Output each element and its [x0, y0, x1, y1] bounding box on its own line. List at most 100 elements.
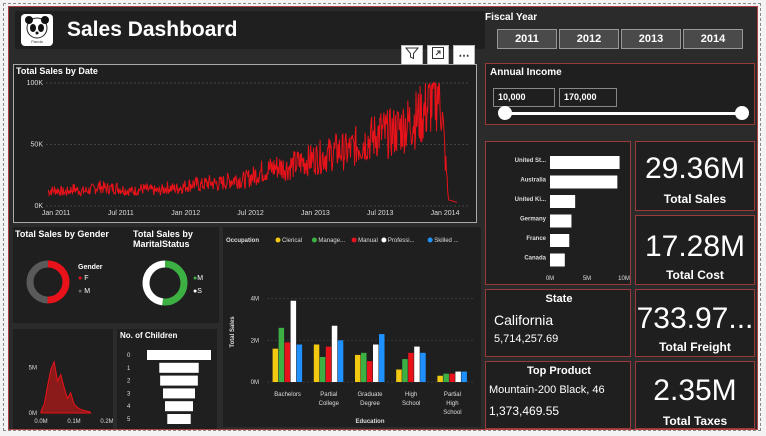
x-tick-label: Jan 2011 — [42, 210, 70, 217]
country-bar-chart: United St... Australia United Ki... Germany… — [515, 156, 630, 282]
income-slider-max-handle[interactable] — [735, 106, 749, 120]
category-label: Canada — [524, 256, 546, 262]
x-tick-label: College — [319, 401, 340, 407]
bar — [296, 344, 303, 382]
legend-item-single: ●S — [193, 288, 202, 295]
x-tick-label: 0.2M — [100, 419, 113, 425]
kpi-total-taxes: 2.35M Total Taxes — [635, 361, 755, 429]
year-2014-button[interactable]: 2014 — [683, 29, 743, 49]
category-label: 5 — [127, 417, 131, 423]
page-title: Sales Dashboard — [67, 18, 238, 41]
gender-donut-chart — [26, 260, 70, 304]
y-tick-label: 4M — [251, 297, 259, 303]
state-value: 5,714,257.69 — [494, 333, 559, 345]
bar — [290, 300, 297, 382]
legend-marker — [381, 237, 387, 243]
funnel-bar — [147, 350, 211, 360]
funnel-bar — [167, 414, 191, 424]
legend-marker — [427, 237, 433, 243]
bar — [284, 342, 291, 382]
bar — [449, 373, 455, 382]
bar — [550, 195, 576, 208]
state-card-title: State — [545, 293, 573, 305]
state-name: California — [494, 312, 554, 328]
x-tick-label: 0.1M — [67, 419, 80, 425]
product-name: Mountain-200 Black, 46 — [489, 384, 605, 396]
x-tick-label: High — [405, 392, 417, 398]
x-tick-label: 5M — [583, 276, 591, 282]
bar — [402, 359, 408, 382]
y-tick-label: 100K — [27, 80, 44, 87]
year-2012-button[interactable]: 2012 — [559, 29, 619, 49]
state-card: State California 5,714,257.69 — [485, 289, 631, 357]
year-2013-button[interactable]: 2013 — [621, 29, 681, 49]
education-occupation-visual[interactable]: Occupation Clerical Manage... Manual Profess… — [223, 227, 481, 427]
focus-mode-icon — [432, 47, 444, 59]
x-tick-label: School — [402, 401, 420, 407]
x-tick-label: Jan 2012 — [171, 210, 200, 217]
country-visual[interactable]: United St... Australia United Ki... Germany… — [485, 141, 631, 285]
x-tick-label: Jul 2011 — [108, 210, 134, 217]
x-axis-label: Education — [355, 419, 384, 425]
year-2011-button[interactable]: 2011 — [497, 29, 557, 49]
category-label: United Ki... — [515, 197, 547, 203]
bar — [455, 371, 461, 382]
income-max-input[interactable]: 170,000 — [559, 88, 617, 107]
funnel-bar — [163, 388, 195, 399]
pie-slice — [26, 260, 49, 304]
legend-marker — [351, 237, 357, 243]
funnel-bar — [165, 401, 193, 412]
x-tick-label: Jul 2013 — [367, 210, 394, 217]
income-min-input[interactable]: 10,000 — [493, 88, 555, 107]
distribution-visual[interactable]: 0M 5M 0.0M 0.1M 0.2M — [13, 329, 113, 429]
legend-label: Manual — [358, 238, 378, 244]
legend-item-m: ● M — [78, 288, 91, 295]
bar — [550, 253, 565, 267]
product-card-title: Top Product — [527, 365, 591, 377]
funnel-bar — [159, 362, 199, 373]
bar — [550, 175, 618, 189]
x-tick-label: Degree — [360, 401, 380, 407]
kpi-value: 29.36M — [644, 152, 746, 185]
series-line — [47, 81, 458, 203]
kpi-value: 17.28M — [644, 230, 746, 263]
legend-label-single: S — [197, 288, 202, 295]
legend-label-f: F — [84, 275, 89, 282]
legend-label: Skilled ... — [434, 238, 459, 244]
bar — [367, 361, 373, 382]
category-label: France — [526, 236, 546, 242]
report-canvas: Panda Sales Dashboard ⋯ Fiscal Year 2011… — [8, 6, 758, 430]
kpi-total-cost: 17.28M Total Cost — [635, 215, 755, 285]
bar — [325, 346, 332, 382]
y-tick-label: 5M — [29, 365, 37, 371]
gender-visual[interactable]: Total Sales by Gender Gender ● F ● M — [13, 227, 129, 323]
more-options-icon: ⋯ — [458, 50, 470, 62]
income-slider-min-handle[interactable] — [498, 106, 512, 120]
logo-text: Panda — [31, 39, 43, 44]
x-tick-label: Bachelors — [274, 392, 301, 398]
kpi-label: Total Freight — [659, 340, 731, 354]
y-tick-label: 50K — [31, 142, 44, 149]
legend-label-married: M — [197, 275, 204, 282]
header-bar: Panda Sales Dashboard — [15, 11, 485, 49]
legend-item-f: ● F — [78, 275, 89, 282]
y-tick-label: 0M — [29, 411, 37, 417]
kpi-label: Total Sales — [663, 192, 727, 206]
bar — [373, 344, 379, 382]
category-label: 2 — [127, 379, 131, 385]
x-tick-label: High — [446, 401, 458, 407]
fiscal-year-label: Fiscal Year — [485, 12, 538, 23]
category-label: United St... — [515, 158, 547, 164]
children-funnel-visual[interactable]: No. of Children 012345 — [117, 329, 217, 429]
area-series — [40, 360, 91, 414]
sales-by-date-visual[interactable]: Total Sales by Date 0K 50K 100K Jan 2011 Jul… — [13, 64, 477, 223]
bar — [331, 325, 338, 382]
annual-income-label: Annual Income — [490, 67, 562, 78]
bar — [361, 352, 367, 382]
bar — [408, 352, 414, 382]
legend-label: Professi... — [388, 238, 415, 244]
x-tick-label: Graduate — [357, 392, 383, 398]
marital-donut-chart — [142, 260, 188, 306]
marital-status-visual[interactable]: Total Sales by MaritalStatus ●M ●S — [129, 227, 219, 323]
bar — [396, 369, 402, 382]
